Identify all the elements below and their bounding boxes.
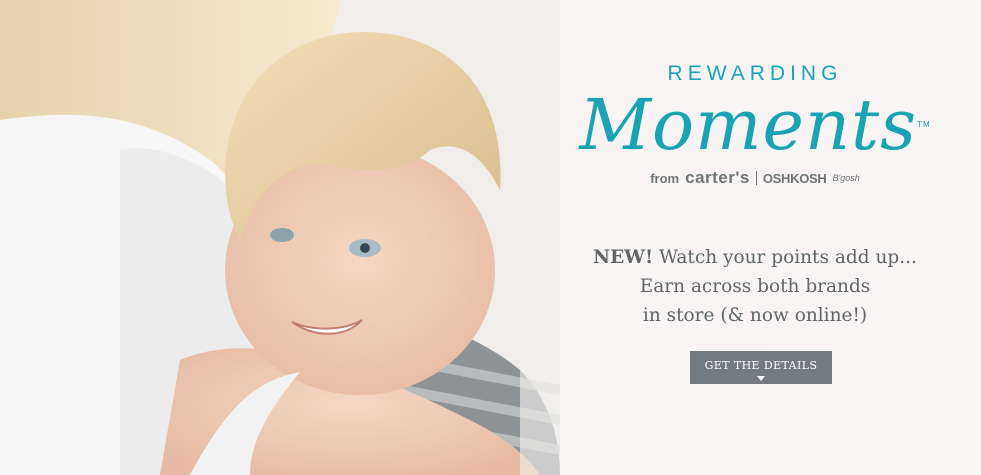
logo-separator — [755, 171, 757, 185]
carters-wordmark: carter's — [685, 168, 750, 187]
rewarding-moments-logo: REWARDING MomentsTM from carter's OSHKOS… — [575, 62, 935, 188]
bgosh-wordmark: B'gosh — [832, 173, 860, 183]
hero-photo — [0, 0, 560, 475]
logo-script-word: Moments — [579, 84, 918, 166]
logo-subline: from carter's OSHKOSH B'gosh — [575, 168, 935, 188]
copy-line-2: Earn across both brands — [639, 276, 871, 297]
trademark-mark: TM — [917, 120, 931, 129]
logo-kicker: REWARDING — [667, 62, 843, 85]
new-label: NEW! — [593, 247, 654, 268]
button-label: GET THE DETAILS — [704, 359, 818, 372]
promo-copy: NEW! Watch your points add up... Earn ac… — [560, 243, 950, 330]
get-the-details-button[interactable]: GET THE DETAILS — [690, 351, 832, 384]
logo-from-text: from — [650, 170, 680, 186]
promo-banner[interactable]: REWARDING MomentsTM from carter's OSHKOS… — [0, 0, 981, 475]
caret-down-icon — [757, 376, 765, 381]
copy-line-1-text: Watch your points add up... — [658, 247, 917, 268]
logo-script-title: MomentsTM — [575, 90, 935, 160]
copy-line-1: NEW! Watch your points add up... — [560, 243, 950, 272]
mother-child-hug-image — [0, 0, 560, 475]
oshkosh-wordmark: OSHKOSH — [762, 170, 827, 186]
copy-line-3: in store (& now online!) — [642, 305, 868, 326]
